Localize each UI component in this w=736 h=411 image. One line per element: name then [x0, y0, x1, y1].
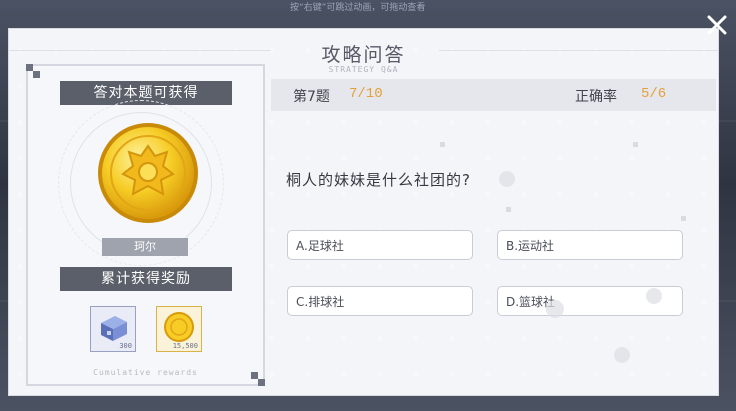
reward-coin-area: 珂尔 — [28, 100, 263, 266]
corner-pixel-decor — [26, 64, 40, 78]
question-text: 桐人的妹妹是什么社团的? — [286, 171, 471, 189]
decor-bubble — [499, 171, 515, 187]
dialog-title: 攻略问答 — [321, 44, 406, 66]
reward-item-gold[interactable]: 15,500 — [156, 306, 202, 352]
option-b-button[interactable]: B.运动社 — [497, 230, 683, 260]
reward-item-cube[interactable]: 300 — [90, 306, 136, 352]
quiz-dialog: 攻略问答 STRATEGY Q&A 答对本题可获得 珂尔 累计获得奖励 300 … — [9, 29, 718, 395]
item-count: 300 — [119, 342, 132, 350]
decor-dot — [506, 207, 511, 212]
option-a-button[interactable]: A.足球社 — [287, 230, 473, 260]
decor-dot — [440, 142, 445, 147]
reward-card: 答对本题可获得 珂尔 累计获得奖励 300 15,500 Cumulative … — [26, 64, 265, 386]
option-c-button[interactable]: C.排球社 — [287, 286, 473, 316]
cumulative-banner-label: 累计获得奖励 — [101, 271, 191, 287]
reward-banner-label: 答对本题可获得 — [93, 85, 199, 101]
decor-bubble — [614, 347, 630, 363]
close-x-icon — [707, 15, 727, 35]
coin-name-label: 珂尔 — [102, 238, 188, 256]
close-button[interactable] — [701, 9, 733, 41]
decor-bubble — [646, 288, 662, 304]
cumulative-footer: Cumulative rewards — [93, 368, 198, 377]
decor-dot — [633, 142, 638, 147]
question-progress: 7/10 — [349, 86, 383, 102]
question-number-label: 第7题 — [293, 89, 330, 105]
gold-coin-icon — [98, 123, 198, 223]
decor-bubble — [546, 300, 564, 318]
cumulative-banner: 累计获得奖励 — [60, 267, 232, 291]
question-status-bar: 第7题 7/10 正确率 5/6 — [271, 79, 716, 111]
decor-dot — [681, 216, 686, 221]
accuracy-value: 5/6 — [641, 86, 667, 102]
item-count: 15,500 — [172, 342, 198, 350]
top-hint-text: 按“右键”可跳过动画，可拖动查看 — [290, 3, 426, 13]
accuracy-label: 正确率 — [575, 89, 617, 105]
